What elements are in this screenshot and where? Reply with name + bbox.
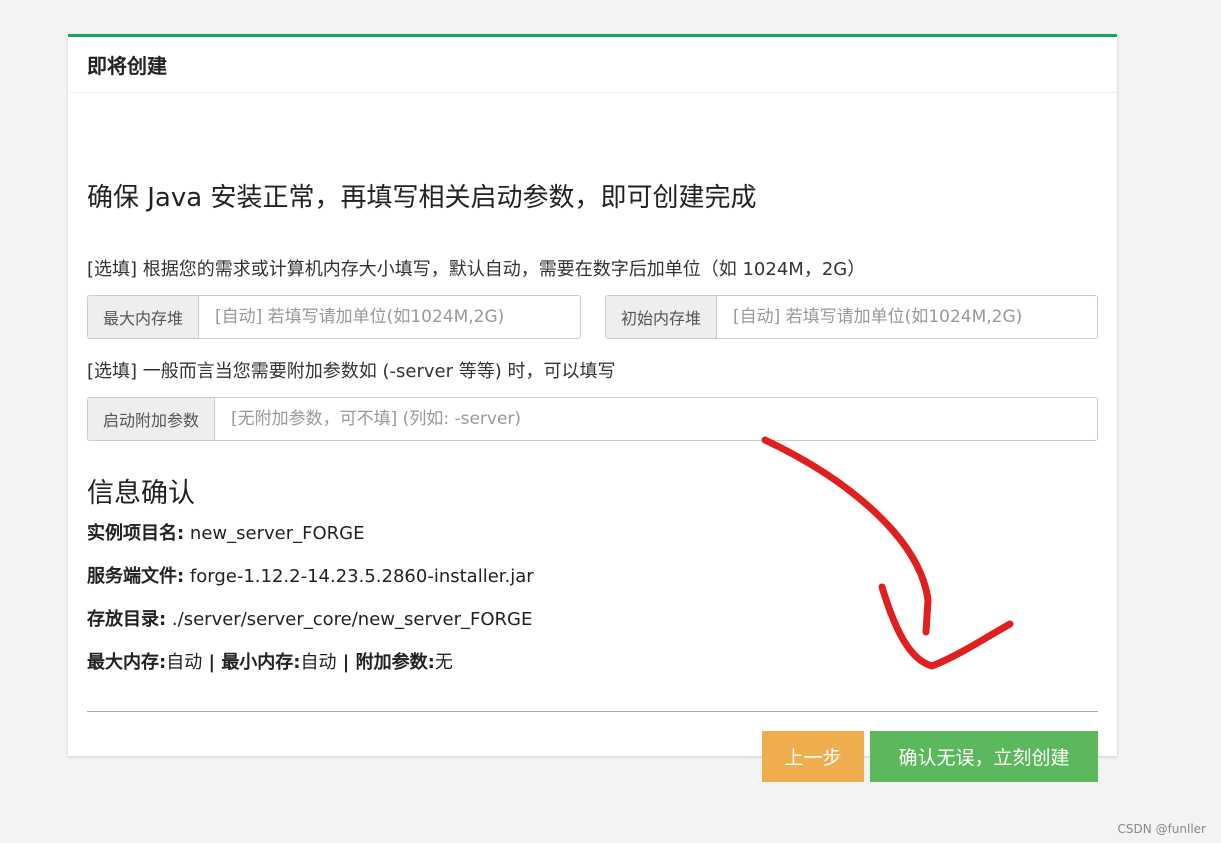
server-file-value: forge-1.12.2-14.23.5.2860-installer.jar bbox=[184, 566, 534, 587]
instance-name-value: new_server_FORGE bbox=[184, 523, 365, 544]
card-title: 即将创建 bbox=[87, 54, 167, 78]
server-file-line: 服务端文件: forge-1.12.2-14.23.5.2860-install… bbox=[87, 562, 534, 588]
memory-hint: [选填] 根据您的需求或计算机内存大小填写，默认自动，需要在数字后加单位（如 1… bbox=[87, 259, 866, 280]
init-heap-group: 初始内存堆 bbox=[605, 295, 1098, 339]
separator: | bbox=[336, 652, 356, 673]
max-mem-label: 最大内存: bbox=[87, 652, 167, 673]
memory-summary-line: 最大内存:自动 | 最小内存:自动 | 附加参数:无 bbox=[87, 648, 453, 674]
prev-step-button[interactable]: 上一步 bbox=[762, 731, 864, 782]
extra-args-group: 启动附加参数 bbox=[87, 397, 1098, 441]
extra-args-label: 启动附加参数 bbox=[88, 398, 216, 440]
max-heap-label: 最大内存堆 bbox=[88, 296, 200, 338]
max-heap-group: 最大内存堆 bbox=[87, 295, 581, 339]
extra-args-summary-label: 附加参数: bbox=[355, 652, 435, 673]
init-heap-label: 初始内存堆 bbox=[606, 296, 718, 338]
page-headline: 确保 Java 安装正常，再填写相关启动参数，即可创建完成 bbox=[87, 183, 757, 213]
extra-args-input[interactable] bbox=[215, 398, 1097, 440]
extra-args-hint: [选填] 一般而言当您需要附加参数如 (-server 等等) 时，可以填写 bbox=[87, 361, 616, 382]
max-heap-input[interactable] bbox=[199, 296, 580, 338]
card-header: 即将创建 bbox=[68, 37, 1117, 93]
divider bbox=[87, 711, 1098, 712]
min-mem-value: 自动 bbox=[300, 652, 337, 673]
max-mem-value: 自动 bbox=[166, 652, 203, 673]
server-file-label: 服务端文件: bbox=[87, 566, 185, 587]
instance-name-label: 实例项目名: bbox=[87, 523, 185, 544]
instance-name-line: 实例项目名: new_server_FORGE bbox=[87, 519, 364, 545]
separator: | bbox=[202, 652, 222, 673]
min-mem-label: 最小内存: bbox=[221, 652, 301, 673]
init-heap-input[interactable] bbox=[717, 296, 1097, 338]
confirm-create-button[interactable]: 确认无误，立刻创建 bbox=[870, 731, 1098, 782]
watermark: CSDN @funller bbox=[1117, 822, 1206, 836]
confirm-section-title: 信息确认 bbox=[87, 478, 195, 509]
directory-line: 存放目录: ./server/server_core/new_server_FO… bbox=[87, 605, 532, 631]
directory-label: 存放目录: bbox=[87, 609, 167, 630]
create-instance-card: 即将创建 确保 Java 安装正常，再填写相关启动参数，即可创建完成 [选填] … bbox=[68, 34, 1117, 782]
extra-args-summary-value: 无 bbox=[434, 652, 453, 673]
directory-value: ./server/server_core/new_server_FORGE bbox=[166, 609, 533, 630]
